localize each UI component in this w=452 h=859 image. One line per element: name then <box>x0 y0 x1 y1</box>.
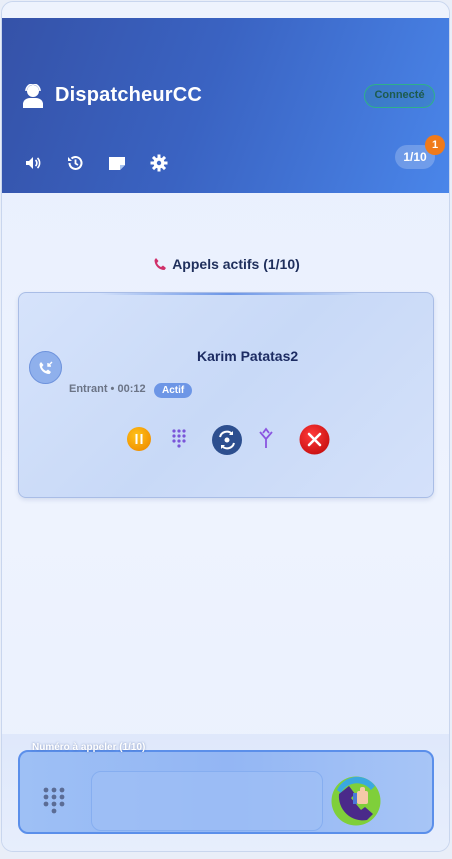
dialpad-icon[interactable] <box>42 786 66 814</box>
softphone-window: DispatcheurCC Connecté 1/10 1 Appels act… <box>1 1 450 852</box>
phone-icon <box>154 258 167 270</box>
caller-name: Karim Patatas2 <box>197 348 299 364</box>
speaker-icon[interactable] <box>24 154 42 172</box>
active-calls-heading: Appels actifs (1/10) <box>2 256 449 272</box>
call-meta: Entrant • 00:12 <box>69 383 146 395</box>
hold-icon[interactable] <box>127 427 151 451</box>
header: DispatcheurCC Connecté 1/10 1 <box>2 18 449 193</box>
call-button[interactable] <box>331 776 381 826</box>
incoming-call-icon <box>39 361 53 374</box>
call-avatar <box>29 351 62 384</box>
dialer-label: Numéro à appeler (1/10) <box>32 742 146 753</box>
card-accent-line <box>99 293 359 295</box>
call-state-badge: Actif <box>154 383 193 398</box>
settings-icon[interactable] <box>150 154 168 172</box>
hangup-icon[interactable] <box>299 424 330 455</box>
transfer-icon[interactable] <box>211 424 243 456</box>
app-title: DispatcheurCC <box>55 84 203 106</box>
notes-icon[interactable] <box>108 154 126 172</box>
agent-icon <box>23 84 43 108</box>
number-input[interactable] <box>91 771 323 831</box>
notification-badge: 1 <box>425 135 445 155</box>
active-calls-title: Appels actifs (1/10) <box>172 256 300 272</box>
window-top-strip <box>2 2 449 18</box>
status-badge: Connecté <box>364 84 435 108</box>
history-icon[interactable] <box>66 154 84 172</box>
call-card[interactable]: Karim Patatas2 Entrant • 00:12 Actif <box>18 292 434 498</box>
keypad-icon[interactable] <box>169 427 189 451</box>
merge-icon[interactable] <box>257 427 275 449</box>
